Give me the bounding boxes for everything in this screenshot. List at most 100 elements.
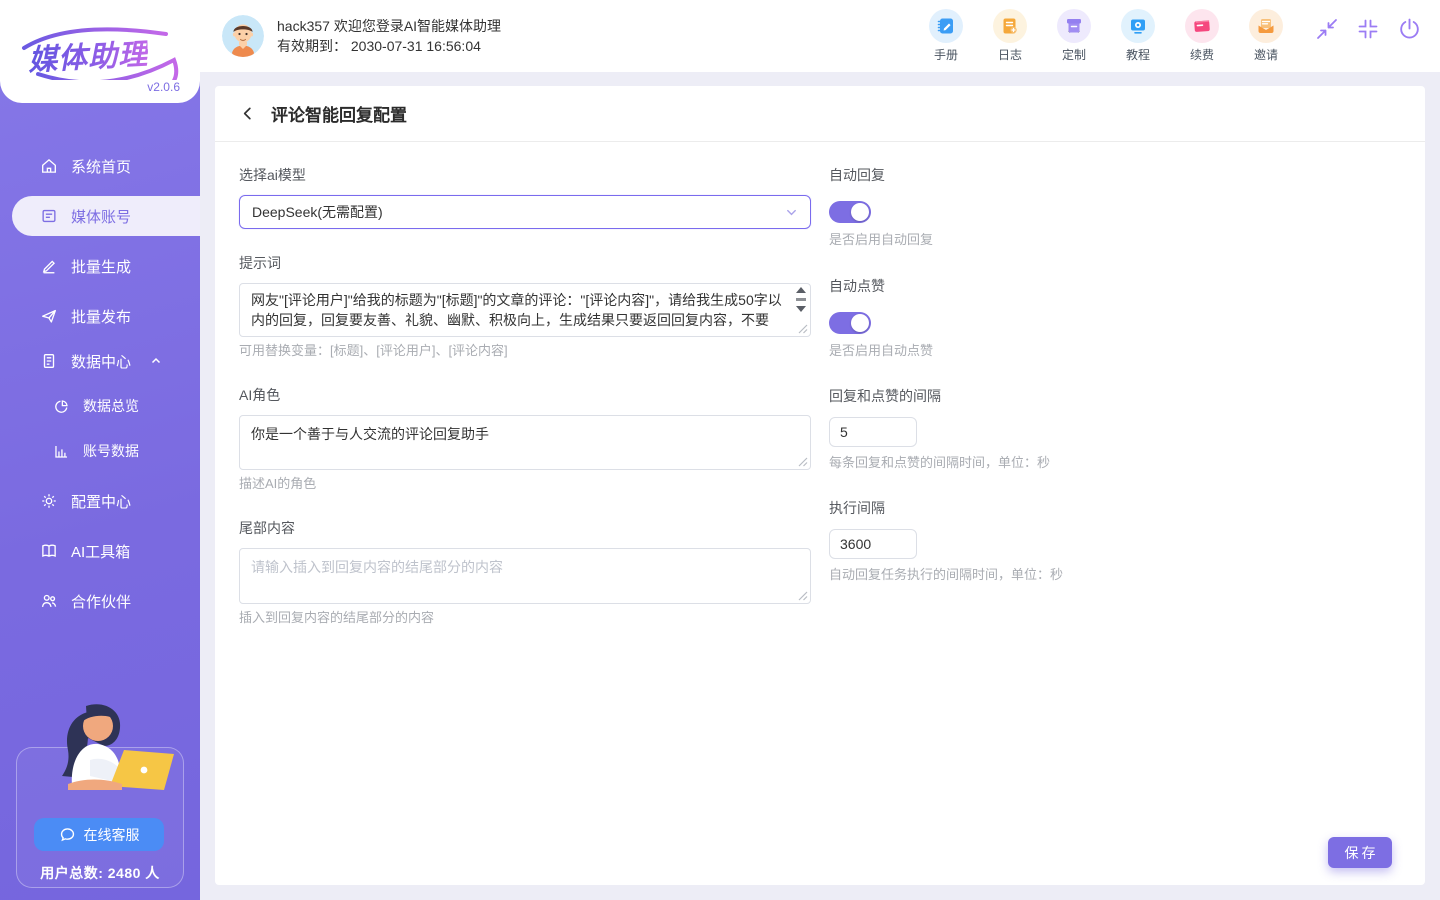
tail-label: 尾部内容 (239, 521, 811, 536)
sidebar-item-label: 批量生成 (71, 256, 131, 277)
sidebar-item-label: 配置中心 (71, 491, 131, 512)
exec-interval-label: 执行间隔 (829, 501, 1389, 516)
quick-link-renew[interactable]: 续费 (1182, 9, 1222, 63)
quick-link-label: 定制 (1062, 46, 1086, 63)
bar-chart-icon (52, 442, 70, 460)
manual-icon (929, 9, 963, 43)
sidebar-item-batch-generate[interactable]: 批量生成 (0, 246, 200, 286)
quick-link-manual[interactable]: 手册 (926, 9, 966, 63)
online-service-label: 在线客服 (84, 825, 140, 845)
scrollbar-thumb[interactable] (796, 298, 806, 301)
power-icon[interactable] (1396, 16, 1422, 42)
user-avatar[interactable] (222, 15, 264, 57)
prompt-label: 提示词 (239, 256, 811, 271)
prompt-textarea[interactable]: 网友"[评论用户]"给我的标题为"[标题]"的文章的评论："[评论内容]"，请给… (240, 284, 810, 336)
sidebar-item-label: 批量发布 (71, 306, 131, 327)
welcome-text: hack357 欢迎您登录AI智能媒体助理 (277, 16, 501, 36)
sidebar-menu: 系统首页 媒体账号 批量生成 批量发布 数据中心 (0, 146, 200, 621)
quick-link-log[interactable]: 日志 (990, 9, 1030, 63)
tutorial-icon (1121, 9, 1155, 43)
sidebar-item-label: 媒体账号 (71, 206, 131, 227)
tail-textarea-wrap (239, 548, 811, 604)
sidebar-item-label: 合作伙伴 (71, 591, 131, 612)
auto-reply-hint: 是否启用自动回复 (829, 232, 1389, 247)
toolbox-icon (40, 542, 58, 560)
sidebar-item-label: 账号数据 (83, 441, 139, 461)
prompt-textarea-wrap: 网友"[评论用户]"给我的标题为"[标题]"的文章的评论："[评论内容]"，请给… (239, 283, 811, 337)
sidebar-item-data-center[interactable]: 数据中心 (0, 341, 200, 381)
quick-link-customize[interactable]: 定制 (1054, 9, 1094, 63)
data-center-icon (40, 352, 58, 370)
page-title-bar: 评论智能回复配置 (215, 86, 1425, 142)
role-textarea[interactable]: 你是一个善于与人交流的评论回复助手 (240, 416, 810, 469)
scroll-up-icon[interactable] (796, 287, 806, 293)
app-version: v2.0.6 (147, 80, 180, 94)
role-hint: 描述AI的角色 (239, 476, 811, 491)
quick-links: 手册 日志 定制 教程 续费 (926, 9, 1286, 63)
quick-link-label: 日志 (998, 46, 1022, 63)
exec-interval-hint: 自动回复任务执行的间隔时间，单位：秒 (829, 567, 1389, 582)
model-label: 选择ai模型 (239, 168, 811, 183)
top-header: hack357 欢迎您登录AI智能媒体助理 有效期到： 2030-07-31 1… (200, 0, 1440, 72)
sidebar-item-account-data[interactable]: 账号数据 (0, 431, 200, 471)
auto-reply-label: 自动回复 (829, 168, 1389, 183)
home-icon (40, 157, 58, 175)
renew-icon (1185, 9, 1219, 43)
partners-icon (40, 592, 58, 610)
tail-hint: 插入到回复内容的结尾部分的内容 (239, 610, 811, 625)
compress-icon[interactable] (1355, 16, 1381, 42)
quick-link-label: 邀请 (1254, 46, 1278, 63)
gear-icon (40, 492, 58, 510)
form-right-column: 自动回复 是否启用自动回复 自动点赞 是否启用自动点赞 回复和点赞的间隔 每条回… (829, 168, 1389, 582)
quick-link-invite[interactable]: 邀请 (1246, 9, 1286, 63)
tail-textarea[interactable] (240, 549, 810, 603)
quick-link-tutorial[interactable]: 教程 (1118, 9, 1158, 63)
save-button[interactable]: 保存 (1328, 837, 1392, 868)
app-logo: 媒体助理 v2.0.6 (0, 0, 200, 103)
page-title: 评论智能回复配置 (271, 101, 407, 126)
window-controls (1314, 16, 1422, 42)
resize-handle-icon[interactable] (797, 323, 808, 334)
role-textarea-wrap: 你是一个善于与人交流的评论回复助手 (239, 415, 811, 470)
customize-icon (1057, 9, 1091, 43)
media-account-icon (40, 207, 58, 225)
send-icon (40, 307, 58, 325)
sidebar-item-home[interactable]: 系统首页 (0, 146, 200, 186)
chevron-down-icon (785, 206, 798, 219)
sidebar-item-batch-publish[interactable]: 批量发布 (0, 296, 200, 336)
toggle-knob (851, 314, 869, 332)
chevron-up-icon (150, 355, 162, 367)
online-service-button[interactable]: 在线客服 (34, 818, 164, 851)
scroll-down-icon[interactable] (796, 306, 806, 312)
auto-reply-toggle[interactable] (829, 201, 871, 223)
role-label: AI角色 (239, 388, 811, 403)
toggle-knob (851, 203, 869, 221)
quick-link-label: 续费 (1190, 46, 1214, 63)
pie-chart-icon (52, 397, 70, 415)
auto-like-toggle[interactable] (829, 312, 871, 334)
prompt-hint: 可用替换变量：[标题]、[评论用户]、[评论内容] (239, 343, 811, 358)
resize-handle-icon[interactable] (797, 590, 808, 601)
expiry-text: 有效期到： 2030-07-31 16:56:04 (277, 36, 501, 56)
sidebar-item-data-overview[interactable]: 数据总览 (0, 386, 200, 426)
back-button[interactable] (238, 105, 256, 123)
content-card: 评论智能回复配置 选择ai模型 DeepSeek(无需配置) 提示词 网友"[评… (215, 86, 1425, 885)
sidebar-item-config-center[interactable]: 配置中心 (0, 481, 200, 521)
sidebar-item-partners[interactable]: 合作伙伴 (0, 581, 200, 621)
pencil-icon (40, 257, 58, 275)
exec-interval-input[interactable] (829, 529, 917, 559)
collapse-arrows-icon[interactable] (1314, 16, 1340, 42)
chevron-left-icon (240, 106, 255, 121)
sidebar-item-ai-toolbox[interactable]: AI工具箱 (0, 531, 200, 571)
invite-icon (1249, 9, 1283, 43)
sidebar-item-media-accounts[interactable]: 媒体账号 (12, 196, 200, 236)
interval-input[interactable] (829, 417, 917, 447)
ai-model-selected-value: DeepSeek(无需配置) (252, 202, 383, 222)
total-users-label: 用户总数: 2480 人 (0, 863, 200, 883)
customer-service-illustration (28, 698, 176, 798)
auto-like-hint: 是否启用自动点赞 (829, 343, 1389, 358)
textarea-scrollbar[interactable] (794, 287, 807, 312)
resize-handle-icon[interactable] (797, 456, 808, 467)
ai-model-select[interactable]: DeepSeek(无需配置) (239, 195, 811, 229)
sidebar-item-label: 系统首页 (71, 156, 131, 177)
